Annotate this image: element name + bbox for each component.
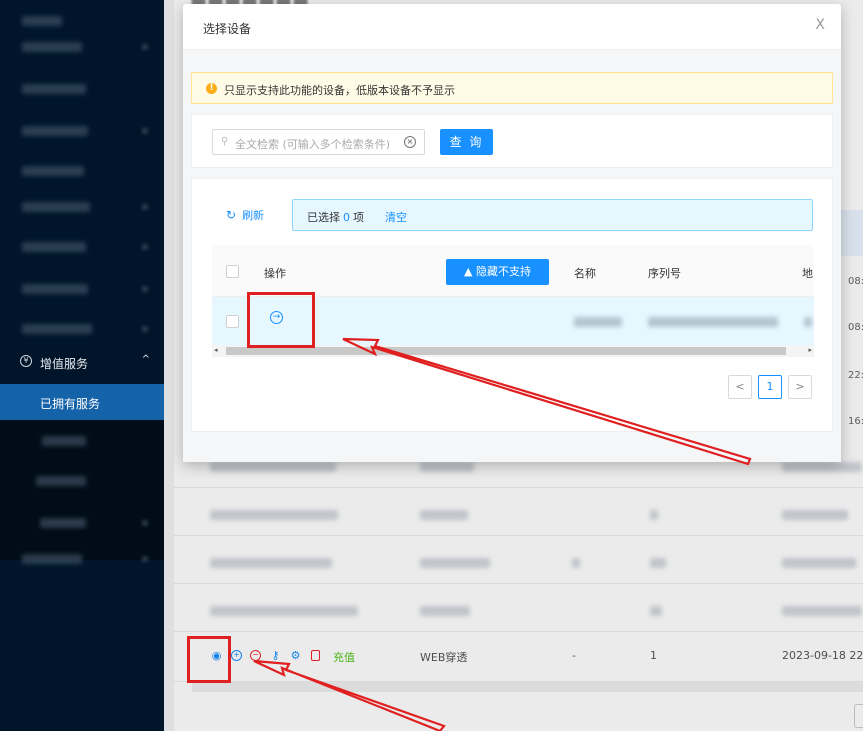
sidebar-item[interactable] — [0, 186, 164, 228]
sidebar-item[interactable] — [0, 226, 164, 268]
sidebar-item[interactable] — [0, 538, 164, 580]
sidebar-item[interactable] — [0, 68, 164, 110]
annotation-box — [247, 292, 315, 348]
sidebar-item[interactable] — [0, 460, 164, 502]
column-header-operation: 操作 — [264, 267, 286, 280]
refresh-icon: ↻ — [226, 208, 237, 222]
sidebar-item[interactable] — [0, 268, 164, 310]
modal-header: 选择设备 X — [183, 4, 841, 50]
hide-unsupported-button[interactable]: ▲ 隐藏不支持 — [446, 259, 549, 285]
sidebar-item[interactable] — [0, 26, 164, 68]
value-added-icon: ¥ — [20, 355, 32, 367]
sidebar-item-label: 已拥有服务 — [40, 397, 101, 411]
sidebar-group-label: 增值服务 — [40, 357, 89, 371]
notice-banner: ! 只显示支持此功能的设备，低版本设备不予显示 — [191, 72, 833, 104]
search-input[interactable]: ⚲ 全文检索 (可输入多个检索条件) × — [212, 129, 425, 155]
next-page-button[interactable]: > — [788, 375, 812, 399]
table-header: 操作 ▲ 隐藏不支持 名称 序列号 地 — [212, 245, 814, 297]
close-icon[interactable]: X — [815, 17, 825, 33]
search-placeholder: 全文检索 (可输入多个检索条件) — [235, 138, 391, 151]
sidebar-item-owned-services[interactable]: 已拥有服务 — [0, 384, 164, 420]
modal-body: ! 只显示支持此功能的设备，低版本设备不予显示 ⚲ 全文检索 (可输入多个检索条… — [183, 50, 841, 462]
column-header-address: 地 — [802, 267, 813, 280]
selection-count: 0 — [343, 211, 350, 224]
search-panel: ⚲ 全文检索 (可输入多个检索条件) × 查 询 — [191, 114, 833, 168]
clear-selection-link[interactable]: 清空 — [385, 209, 407, 225]
query-button[interactable]: 查 询 — [440, 129, 493, 155]
prev-page-button[interactable]: < — [728, 375, 752, 399]
sidebar: ¥ 增值服务 ^ 已拥有服务 — [0, 0, 164, 731]
clear-icon[interactable]: × — [404, 136, 416, 148]
annotation-box — [187, 636, 231, 683]
device-serial-redacted — [648, 317, 778, 327]
row-checkbox[interactable] — [226, 315, 239, 328]
hide-unsupported-label: 隐藏不支持 — [475, 265, 531, 278]
column-header-serial: 序列号 — [648, 267, 681, 280]
selection-prefix: 已选择 — [307, 211, 340, 224]
selection-suffix: 项 — [353, 211, 364, 224]
scrollbar-thumb[interactable] — [226, 347, 786, 355]
column-header-name: 名称 — [574, 267, 596, 280]
page-1-button[interactable]: 1 — [758, 375, 782, 399]
selection-bar: 已选择 0 项 清空 — [292, 199, 813, 231]
sidebar-item[interactable] — [0, 420, 164, 462]
sidebar-group-value-added[interactable]: ¥ 增值服务 ^ — [0, 342, 164, 384]
warning-icon: ! — [206, 83, 217, 94]
search-icon: ⚲ — [221, 136, 229, 147]
select-device-modal: 选择设备 X ! 只显示支持此功能的设备，低版本设备不予显示 ⚲ 全文检索 (可… — [183, 4, 841, 462]
selection-status: 已选择 0 项 — [307, 209, 364, 225]
modal-title: 选择设备 — [203, 22, 252, 36]
select-all-checkbox[interactable] — [226, 265, 239, 278]
scroll-left-icon[interactable]: ◂ — [214, 346, 218, 354]
device-name-redacted — [574, 317, 622, 327]
caret-up-icon: ▲ — [464, 265, 476, 278]
notice-text: 只显示支持此功能的设备，低版本设备不予显示 — [224, 84, 455, 97]
sidebar-item[interactable] — [0, 110, 164, 152]
scroll-right-icon[interactable]: ▸ — [808, 346, 812, 354]
chevron-up-icon: ^ — [141, 354, 150, 365]
refresh-label: 刷新 — [242, 209, 265, 222]
refresh-button[interactable]: ↻ 刷新 — [226, 207, 264, 223]
device-address-redacted — [804, 317, 812, 327]
